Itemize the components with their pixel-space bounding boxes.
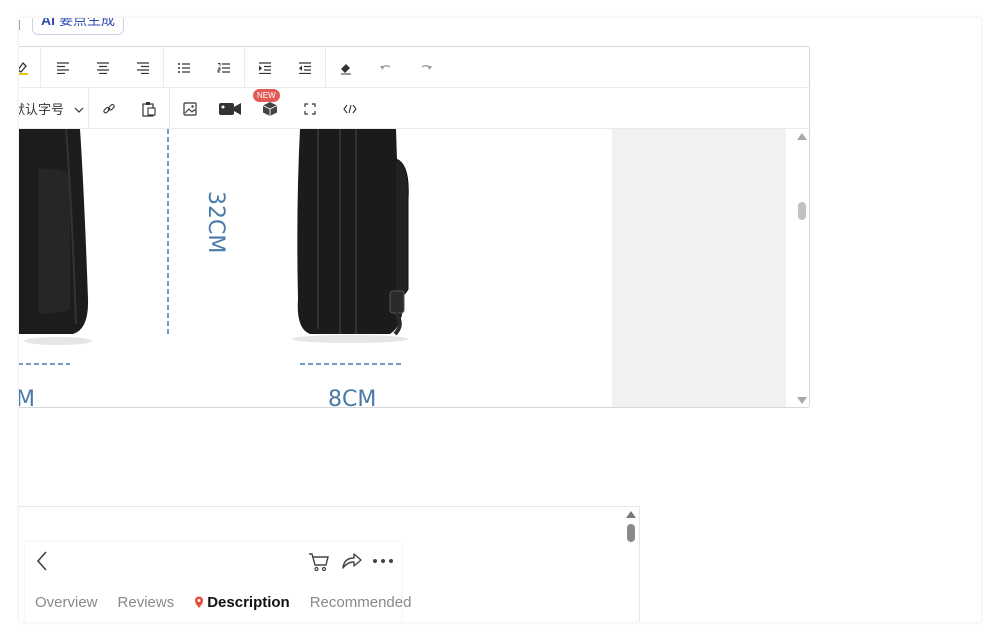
tab-overview[interactable]: Overview [35,594,98,611]
redo-icon[interactable] [406,47,446,88]
toolbar-separator [40,47,41,88]
phone-frame: Overview Reviews Description Recommended [25,542,411,622]
editor-gutter [612,129,786,407]
font-size-label: 默认字号 [19,102,65,117]
scroll-thumb[interactable] [798,202,806,220]
tab-description-label: Description [207,594,290,611]
video-icon[interactable] [210,88,250,129]
paste-icon[interactable] [129,88,169,129]
toolbar-row-insert: 默认字号 NEW [19,88,809,129]
3d-model-icon[interactable] [250,88,290,129]
scroll-up-icon[interactable] [797,133,807,140]
preview-scrollbar[interactable] [624,507,639,622]
scroll-down-icon[interactable] [797,397,807,404]
tab-description[interactable]: Description [194,594,290,611]
editor-content[interactable]: 32CM 8CM M [19,129,809,408]
backpack-illustration [19,129,409,365]
chevron-down-icon [74,101,84,116]
ai-summary-button[interactable]: AI 要点生成 [32,18,124,35]
eraser-icon[interactable] [326,47,366,88]
back-icon[interactable] [35,550,49,577]
depth-dimension-label: 8CM [328,387,377,408]
height-dimension-label: 32CM [203,191,228,254]
code-icon[interactable] [330,88,370,129]
tab-recommended[interactable]: Recommended [310,594,412,611]
mobile-preview: Overview Reviews Description Recommended [19,506,640,622]
more-icon[interactable] [371,550,395,577]
font-size-select[interactable]: 默认字号 [19,88,84,129]
tab-reviews[interactable]: Reviews [118,594,175,611]
image-icon[interactable] [170,88,210,129]
rich-text-editor: 默认字号 NEW [19,46,810,408]
divider [19,20,20,30]
highlight-icon[interactable] [19,47,42,88]
bullet-list-icon[interactable] [164,47,204,88]
page: AI 要点生成 认字号 NEW 32CM 8CM Overview Review… [19,18,981,622]
align-right-icon[interactable] [123,47,163,88]
editor-scrollbar[interactable] [794,129,809,407]
link-icon[interactable] [89,88,129,129]
share-icon[interactable] [341,550,363,577]
ai-summary-label: 要点生成 [59,18,115,28]
align-center-icon[interactable] [83,47,123,88]
location-pin-icon [195,596,204,608]
align-left-icon[interactable] [43,47,83,88]
toolbar-row-format [19,47,809,88]
fullscreen-icon[interactable] [290,88,330,129]
scroll-up-icon[interactable] [626,511,636,518]
preview-tabs: Overview Reviews Description Recommended [35,594,431,611]
ai-badge: AI [41,18,55,28]
width-dimension-label: M [19,387,35,407]
scroll-thumb[interactable] [627,524,635,542]
numbered-list-icon[interactable] [204,47,244,88]
outdent-icon[interactable] [285,47,325,88]
product-dimension-image: 32CM 8CM M [19,129,612,408]
undo-icon[interactable] [366,47,406,88]
cart-icon[interactable] [308,550,330,577]
indent-icon[interactable] [245,47,285,88]
